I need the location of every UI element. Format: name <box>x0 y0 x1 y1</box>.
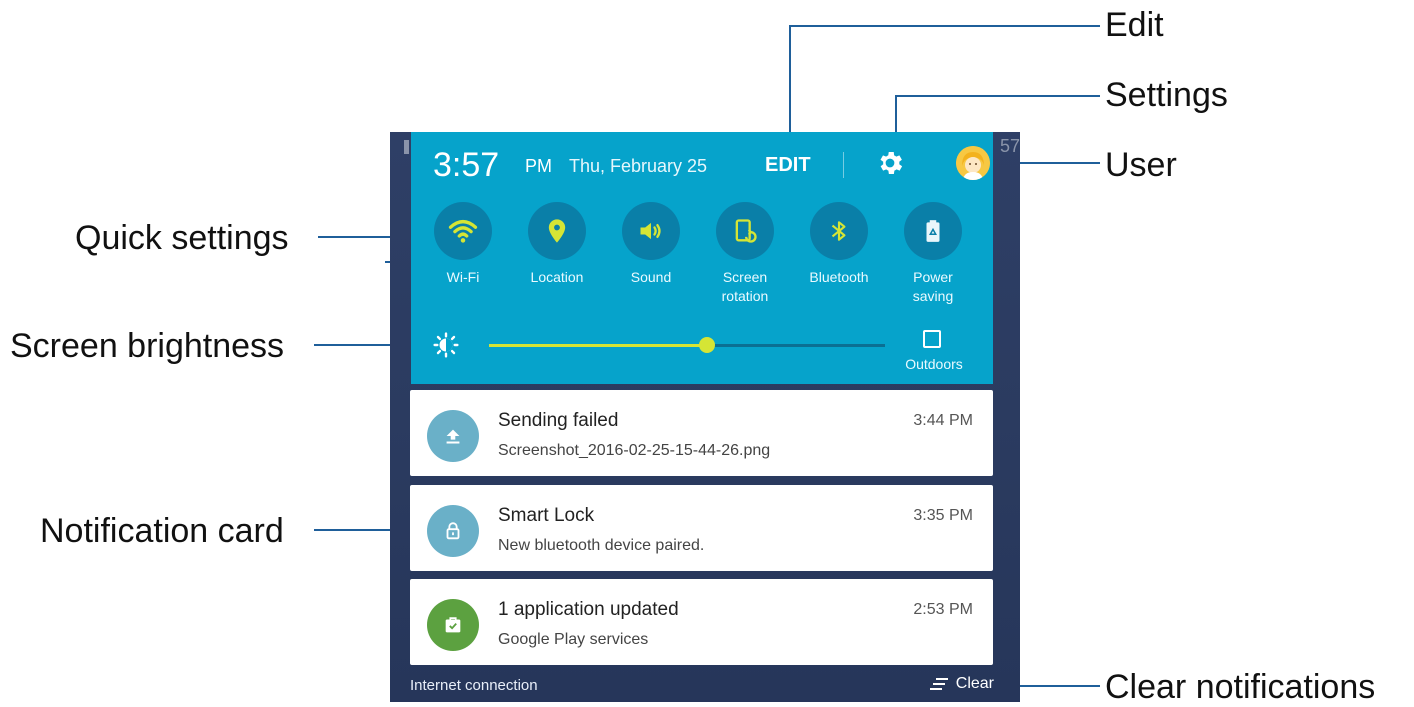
clock-ampm: PM <box>525 156 552 176</box>
quick-setting-label: Power saving <box>912 269 954 304</box>
notification-icon <box>427 410 479 462</box>
edge-status-glyph <box>404 140 409 154</box>
callout-edit: Edit <box>1105 6 1164 44</box>
bluetooth-icon <box>831 221 846 241</box>
wifi-icon <box>448 220 478 243</box>
notification-time: 2:53 PM <box>913 601 973 618</box>
edge-clock-digits: 57 <box>999 136 1020 156</box>
callout-notification-card: Notification card <box>40 512 284 550</box>
location-pin-icon <box>548 219 566 243</box>
outdoors-checkbox[interactable] <box>923 330 941 348</box>
brightness-knob[interactable] <box>698 337 715 353</box>
notification-card[interactable]: Sending failed Screenshot_2016-02-25-15-… <box>410 390 993 476</box>
brightness-slider[interactable] <box>489 337 885 353</box>
edit-button[interactable]: EDIT <box>765 154 811 177</box>
outdoors-label: Outdoors <box>905 356 963 372</box>
quick-setting-screen-rotation[interactable]: Screen rotation <box>695 202 795 306</box>
clear-notifications-button[interactable]: Clear <box>929 675 994 693</box>
callout-clear-notifications: Clear notifications <box>1105 668 1376 706</box>
notification-icon <box>427 505 479 557</box>
leader-settings <box>895 95 1100 132</box>
leader-edit <box>789 25 1100 132</box>
battery-recycle-icon <box>926 220 940 242</box>
quick-setting-label: Location <box>530 269 584 285</box>
quick-setting-power-saving[interactable]: Power saving <box>883 202 983 306</box>
clock-time: 3:57 <box>433 146 500 184</box>
clock-date: Thu, February 25 <box>569 156 708 176</box>
quick-setting-bluetooth[interactable]: Bluetooth <box>789 202 889 287</box>
callout-user: User <box>1105 146 1177 184</box>
lock-icon <box>446 522 460 540</box>
settings-button[interactable] <box>875 148 905 183</box>
screen-rotation-icon <box>735 219 757 243</box>
notification-text: New bluetooth device paired. <box>498 537 705 554</box>
notification-card[interactable]: 1 application updated Google Play servic… <box>410 579 993 665</box>
quick-setting-label: Sound <box>630 269 672 285</box>
quick-setting-wifi[interactable]: Wi-Fi <box>413 202 513 287</box>
notification-title: Sending failed <box>498 410 619 431</box>
upload-icon <box>446 429 460 444</box>
notification-time: 3:35 PM <box>913 507 973 524</box>
brightness-button[interactable] <box>433 332 459 363</box>
notification-card[interactable]: Smart Lock New bluetooth device paired. … <box>410 485 993 571</box>
notification-time: 3:44 PM <box>913 412 973 429</box>
notification-text: Screenshot_2016-02-25-15-44-26.png <box>498 442 771 459</box>
quick-setting-label: Bluetooth <box>809 269 869 285</box>
header-divider <box>843 152 844 178</box>
notification-title: 1 application updated <box>498 599 679 620</box>
quick-setting-sound[interactable]: Sound <box>601 202 701 287</box>
quick-settings-panel: 3:57 PM Thu, February 25 EDIT Wi-Fi Loca… <box>411 132 993 384</box>
quick-setting-label: Wi-Fi <box>446 269 480 285</box>
callout-screen-brightness: Screen brightness <box>10 327 285 365</box>
notification-icon <box>427 599 479 651</box>
user-avatar[interactable] <box>956 146 990 180</box>
clear-label: Clear <box>955 675 994 692</box>
clear-all-icon <box>929 678 948 690</box>
gear-icon <box>880 152 903 174</box>
quick-setting-location[interactable]: Location <box>507 202 607 287</box>
brightness-sun-icon <box>433 332 459 358</box>
brightness-fill <box>489 344 707 347</box>
callout-quick-settings: Quick settings <box>75 219 289 257</box>
notification-panel-screenshot: 57 3:57 PM Thu, February 25 EDIT Wi-Fi L… <box>390 132 1020 702</box>
quick-setting-label: Screen rotation <box>721 269 769 304</box>
callout-settings: Settings <box>1105 76 1228 114</box>
speaker-icon <box>640 222 661 240</box>
user-face-icon <box>956 146 990 180</box>
connection-status: Internet connection <box>410 677 538 694</box>
notification-title: Smart Lock <box>498 505 595 526</box>
briefcase-check-icon <box>445 617 461 633</box>
notification-text: Google Play services <box>498 631 649 648</box>
